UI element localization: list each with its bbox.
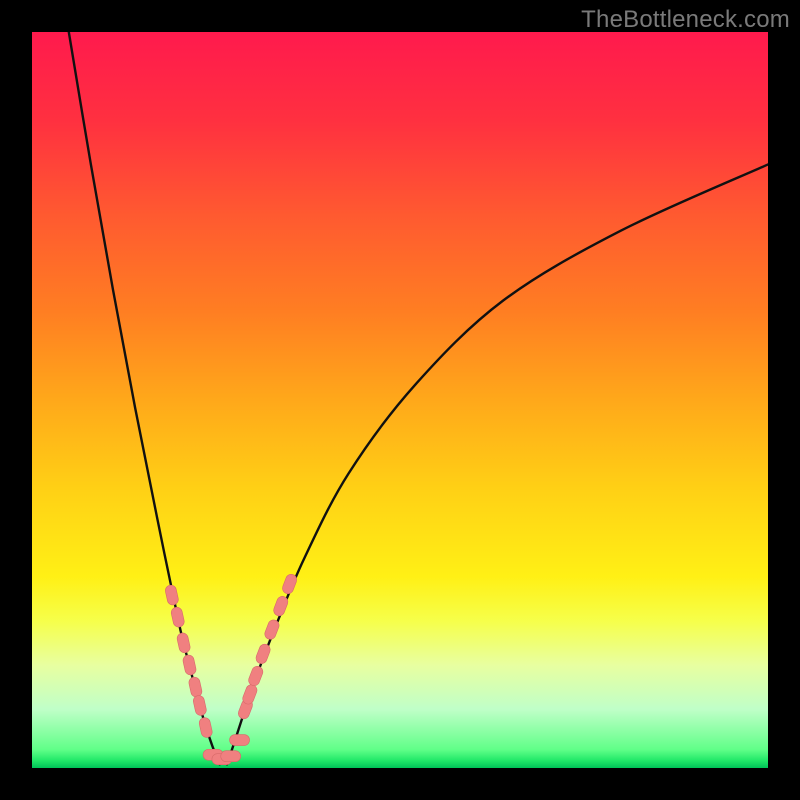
marker-right-2 <box>247 665 264 688</box>
marker-bottom-3 <box>230 735 250 746</box>
curve-right-curve <box>227 164 768 764</box>
marker-left-5 <box>192 694 207 716</box>
curve-layer <box>69 32 768 764</box>
marker-left-2 <box>176 632 191 654</box>
watermark-text: TheBottleneck.com <box>581 6 790 34</box>
marker-left-1 <box>170 606 185 628</box>
marker-left-4 <box>188 676 203 698</box>
curve-left-curve <box>69 32 220 764</box>
marker-bottom-2 <box>221 751 241 762</box>
image-frame: TheBottleneck.com <box>0 0 800 800</box>
curve-overlay <box>32 32 768 768</box>
marker-left-6 <box>198 717 213 739</box>
marker-left-3 <box>182 654 197 676</box>
marker-layer <box>164 573 298 765</box>
marker-left-0 <box>164 584 179 606</box>
marker-right-3 <box>254 643 271 666</box>
plot-area <box>32 32 768 768</box>
